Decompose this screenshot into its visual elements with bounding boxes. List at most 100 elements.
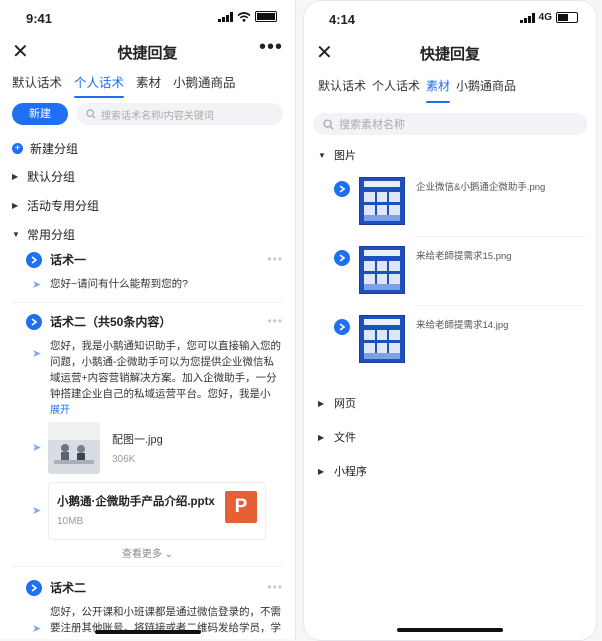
see-more-label: 查看更多 bbox=[121, 549, 162, 560]
send-icon[interactable]: ➤ bbox=[32, 441, 41, 454]
script-title-text: 话术一 bbox=[50, 253, 87, 267]
material-item[interactable]: 来给老師提需求14.jpg bbox=[334, 315, 586, 373]
group-files[interactable]: ▶ 文件 bbox=[318, 429, 356, 445]
file-attachment[interactable]: 小鹅通·企微助手产品介绍.pptx 10MB P bbox=[48, 482, 266, 540]
more-icon[interactable]: ••• bbox=[267, 252, 283, 266]
add-group-label: 新建分组 bbox=[30, 142, 79, 156]
group-webpages[interactable]: ▶ 网页 bbox=[318, 395, 356, 411]
tab-bar: 默认话术 个人话术 素材 小鹅通商品 bbox=[304, 77, 596, 105]
tab-products[interactable]: 小鹅通商品 bbox=[456, 77, 516, 105]
group-label: 小程序 bbox=[334, 466, 367, 478]
tab-materials[interactable]: 素材 bbox=[426, 77, 451, 105]
divider bbox=[414, 305, 586, 306]
send-icon[interactable]: ➤ bbox=[32, 278, 41, 291]
tab-bar: 默认话术 个人话术 素材 小鹅通商品 bbox=[0, 72, 295, 100]
chevron-down-icon: ⌄ bbox=[164, 549, 174, 560]
see-more-link[interactable]: 查看更多 ⌄ bbox=[0, 545, 295, 560]
signal-icon bbox=[519, 12, 535, 23]
material-thumbnail bbox=[359, 246, 405, 294]
image-thumbnail bbox=[48, 422, 100, 474]
page-title: 快捷回复 bbox=[117, 45, 178, 62]
status-time: 9:41 bbox=[26, 11, 53, 26]
caret-right-icon: ▶ bbox=[12, 201, 19, 210]
script-item-title[interactable]: 话术一 bbox=[26, 251, 86, 268]
more-icon[interactable]: ••• bbox=[267, 580, 283, 594]
material-item[interactable]: 来给老師提需求15.png bbox=[334, 246, 586, 304]
script-title-text: 话术二 bbox=[50, 581, 87, 595]
group-label: 文件 bbox=[334, 432, 356, 444]
script-title-text: 话术二（共50条内容） bbox=[50, 315, 172, 329]
ppt-file-icon: P bbox=[225, 491, 257, 523]
tab-personal-scripts[interactable]: 个人话术 bbox=[74, 72, 125, 100]
script-item-title[interactable]: 话术二（共50条内容） bbox=[26, 313, 171, 330]
search-icon bbox=[86, 109, 96, 119]
group-mini-programs[interactable]: ▶ 小程序 bbox=[318, 463, 367, 479]
tab-personal-scripts[interactable]: 个人话术 bbox=[372, 77, 420, 105]
send-icon[interactable]: ➤ bbox=[32, 347, 41, 360]
status-time: 4:14 bbox=[329, 12, 356, 27]
wifi-icon bbox=[237, 11, 251, 22]
file-size: 10MB bbox=[57, 516, 84, 527]
caret-right-icon: ▶ bbox=[318, 398, 325, 408]
material-thumbnail bbox=[359, 177, 405, 225]
more-icon[interactable]: ••• bbox=[267, 314, 283, 328]
material-search-input[interactable]: 搜索素材名称 bbox=[313, 113, 587, 135]
caret-right-icon: ▶ bbox=[12, 172, 19, 181]
status-icons: 4G bbox=[519, 12, 578, 23]
group-label: 常用分组 bbox=[27, 228, 76, 242]
right-phone-screen: 4:14 4G ✕ 快捷回复 默认话术 个人话术 素材 小鹅通商品 搜索素材名称… bbox=[303, 0, 597, 641]
plus-icon: + bbox=[12, 143, 23, 154]
new-button[interactable]: 新建 bbox=[12, 103, 68, 125]
send-badge-icon bbox=[26, 579, 42, 596]
image-attachment[interactable]: 配图一.jpg 306K bbox=[48, 422, 218, 476]
header: ✕ 快捷回复 bbox=[304, 37, 596, 69]
script-item-title[interactable]: 话术二 bbox=[26, 579, 86, 596]
search-icon bbox=[323, 118, 334, 130]
home-indicator bbox=[94, 630, 201, 634]
tab-materials[interactable]: 素材 bbox=[136, 72, 161, 100]
material-name: 企业微信&小鹅通企微助手.png bbox=[416, 182, 546, 193]
send-icon[interactable]: ➤ bbox=[32, 504, 41, 517]
tab-products[interactable]: 小鹅通商品 bbox=[173, 72, 236, 100]
group-label: 图片 bbox=[334, 150, 356, 162]
home-indicator bbox=[397, 628, 503, 632]
material-item[interactable]: 企业微信&小鹅通企微助手.png bbox=[334, 177, 586, 235]
group-activity[interactable]: ▶ 活动专用分组 bbox=[12, 197, 99, 214]
more-icon[interactable]: ••• bbox=[259, 36, 283, 59]
divider bbox=[12, 566, 283, 567]
status-bar: 4:14 4G bbox=[304, 1, 596, 37]
search-input[interactable]: 搜索话术名称/内容关键词 bbox=[76, 103, 283, 125]
divider bbox=[12, 302, 283, 303]
left-phone-screen: 9:41 ✕ 快捷回复 ••• 默认话术 个人话术 素材 小鹅通商品 新建 搜索… bbox=[0, 0, 296, 639]
send-badge-icon[interactable] bbox=[334, 250, 350, 266]
battery-icon bbox=[556, 12, 578, 23]
material-thumbnail bbox=[359, 315, 405, 363]
caret-right-icon: ▶ bbox=[318, 466, 325, 476]
group-common[interactable]: ▼ 常用分组 bbox=[12, 226, 75, 243]
group-label: 默认分组 bbox=[27, 170, 76, 184]
file-name: 小鹅通·企微助手产品介绍.pptx bbox=[57, 496, 215, 508]
search-placeholder: 搜索素材名称 bbox=[339, 119, 405, 131]
group-default[interactable]: ▶ 默认分组 bbox=[12, 168, 75, 185]
send-icon[interactable]: ➤ bbox=[32, 622, 41, 635]
add-group-button[interactable]: + 新建分组 bbox=[12, 140, 78, 157]
group-images[interactable]: ▼ 图片 bbox=[318, 147, 356, 163]
tab-default-scripts[interactable]: 默认话术 bbox=[12, 72, 62, 100]
signal-icon bbox=[218, 11, 233, 22]
search-placeholder: 搜索话术名称/内容关键词 bbox=[101, 110, 214, 122]
divider bbox=[414, 236, 586, 237]
send-badge-icon bbox=[26, 313, 42, 330]
group-label: 网页 bbox=[334, 398, 356, 410]
expand-link[interactable]: 展开 bbox=[50, 401, 70, 416]
caret-down-icon: ▼ bbox=[12, 230, 20, 239]
caret-right-icon: ▶ bbox=[318, 432, 325, 442]
send-badge-icon[interactable] bbox=[334, 181, 350, 197]
group-label: 活动专用分组 bbox=[27, 199, 100, 213]
send-badge-icon[interactable] bbox=[334, 319, 350, 335]
image-name: 配图一.jpg bbox=[112, 434, 163, 446]
image-size: 306K bbox=[112, 454, 136, 465]
tab-default-scripts[interactable]: 默认话术 bbox=[318, 77, 366, 105]
caret-down-icon: ▼ bbox=[318, 150, 326, 160]
material-name: 来给老師提需求14.jpg bbox=[416, 320, 509, 331]
material-name: 来给老師提需求15.png bbox=[416, 251, 512, 262]
